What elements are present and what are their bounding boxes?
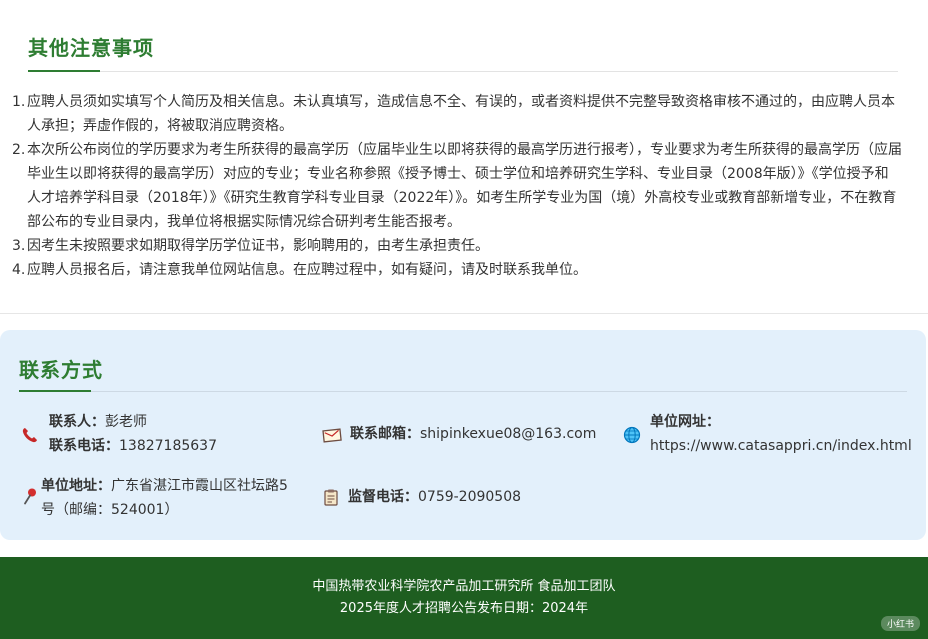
- contact-supervise-phone: 监督电话：0759-2090508: [348, 489, 522, 505]
- contact-title-divider: [19, 391, 907, 392]
- notes-list: 1. 应聘人员须如实填写个人简历及相关信息。未认真填写，造成信息不全、有误的，或者…: [12, 90, 902, 282]
- contact-title-accent: [19, 390, 91, 392]
- contact-website-label: 单位网址：: [650, 414, 720, 430]
- watermark-logo: 小红书: [880, 616, 920, 631]
- note-item: 4. 应聘人员报名后，请注意我单位网站信息。在应聘过程中，如有疑问，请及时联系我单…: [12, 262, 587, 278]
- contact-website-link[interactable]: https://www.catasappri.cn/index.html: [650, 434, 912, 458]
- contact-person: 联系人：彭老师: [49, 414, 147, 430]
- contact-title: 联系方式: [19, 358, 103, 382]
- notes-section: 其他注意事项 1. 应聘人员须如实填写个人简历及相关信息。未认真填写，造成信息不全…: [0, 0, 928, 314]
- telephone-icon: [22, 428, 37, 443]
- globe-icon: [623, 426, 641, 444]
- clipboard-icon: [324, 489, 338, 506]
- footer: 中国热带农业科学院农产品加工研究所 食品加工团队 2025年度人才招聘公告发布日…: [0, 557, 928, 639]
- footer-organization: 中国热带农业科学院农产品加工研究所 食品加工团队: [312, 579, 616, 594]
- footer-publish-date: 2025年度人才招聘公告发布日期：2024年: [339, 601, 589, 616]
- contact-phone: 联系电话：13827185637: [49, 438, 217, 454]
- pushpin-icon: [24, 488, 36, 505]
- note-item: 1. 应聘人员须如实填写个人简历及相关信息。未认真填写，造成信息不全、有误的，或者…: [12, 94, 895, 134]
- envelope-icon: [322, 428, 342, 443]
- notes-title-divider: [28, 71, 898, 72]
- notes-title: 其他注意事项: [28, 36, 154, 60]
- note-item: 3. 因考生未按照要求如期取得学历学位证书，影响聘用的，由考生承担责任。: [12, 238, 489, 254]
- contact-email: 联系邮箱：shipinkexue08@163.com: [350, 426, 597, 442]
- notes-title-accent: [28, 70, 100, 72]
- contact-address: 单位地址：广东省湛江市霞山区社坛路5号（邮编：524001）: [41, 478, 288, 518]
- note-item: 2. 本次所公布岗位的学历要求为考生所获得的最高学历（应届毕业生以即将获得的最高学…: [12, 142, 902, 230]
- contact-section: 联系方式 联系人：彭老师 联系电话：13827185637 联系邮箱：shipi…: [0, 330, 926, 540]
